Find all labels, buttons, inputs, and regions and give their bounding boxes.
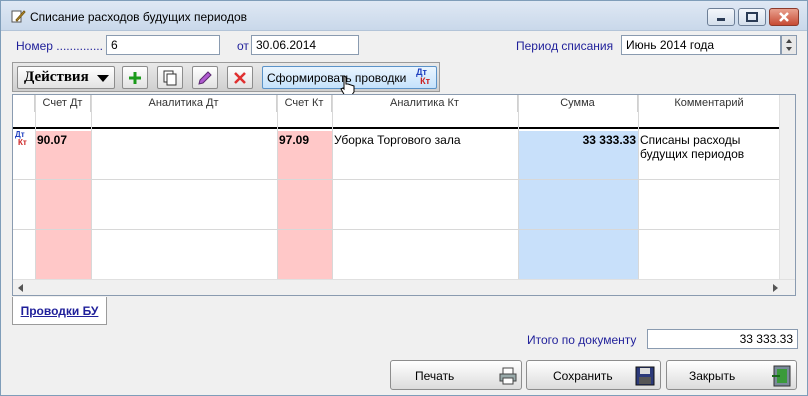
maximize-icon	[746, 12, 758, 22]
maximize-button[interactable]	[738, 8, 766, 26]
grid-toolbar: Действия Сформировать проводки Дт Кт	[12, 62, 440, 97]
totals-field: 33 333.33	[647, 329, 798, 349]
title-bar: Списание расходов будущих периодов	[1, 1, 807, 31]
grid-vertical-scrollbar[interactable]	[779, 95, 795, 281]
add-row-button[interactable]	[122, 66, 148, 89]
period-field[interactable]: Июнь 2014 года	[621, 35, 781, 55]
plus-icon	[129, 71, 141, 84]
credit-account-column-bg	[277, 131, 332, 281]
minimize-button[interactable]	[707, 8, 735, 26]
row-indicator-header	[13, 95, 35, 112]
column-header-debit-analytics[interactable]: Аналитика Дт	[91, 95, 277, 112]
pencil-icon	[198, 70, 212, 85]
period-spinner[interactable]	[781, 35, 797, 55]
document-window: Списание расходов будущих периодов Номер…	[0, 0, 808, 396]
debit-account-column-bg	[35, 131, 91, 281]
row-comment-line1[interactable]: Списаны расходы	[640, 133, 740, 147]
print-button[interactable]: Печать	[390, 360, 522, 390]
generate-postings-label: Сформировать проводки	[267, 70, 407, 85]
scroll-right-icon[interactable]	[771, 284, 779, 292]
column-header-credit-analytics[interactable]: Аналитика Кт	[332, 95, 518, 112]
grid-header: Счет Дт Аналитика Дт Счет Кт Аналитика К…	[13, 95, 781, 129]
close-button[interactable]: Закрыть	[666, 360, 797, 390]
column-header-debit-account[interactable]: Счет Дт	[35, 95, 91, 112]
floppy-disk-icon	[635, 366, 655, 386]
save-button-label: Сохранить	[553, 369, 613, 383]
scroll-left-icon[interactable]	[17, 284, 25, 292]
date-field[interactable]: 30.06.2014	[251, 35, 359, 55]
document-pen-icon	[11, 10, 26, 23]
actions-label: Действия	[24, 69, 89, 85]
print-button-label: Печать	[415, 369, 455, 383]
chevron-down-icon	[97, 75, 109, 82]
date-label: от	[237, 39, 249, 53]
row-amount[interactable]: 33 333.33	[518, 133, 636, 147]
close-icon	[779, 12, 789, 22]
tab-postings-bu[interactable]: Проводки БУ	[12, 297, 107, 325]
actions-menu-button[interactable]: Действия	[17, 66, 115, 89]
column-header-credit-account[interactable]: Счет Кт	[277, 95, 332, 112]
spinner-arrows-icon	[786, 39, 792, 51]
row-credit-analytics[interactable]: Уборка Торгового зала	[334, 133, 461, 147]
row-credit-account[interactable]: 97.09	[279, 133, 309, 147]
copy-icon	[163, 70, 177, 85]
amount-column-bg	[518, 131, 638, 281]
copy-row-button[interactable]	[157, 66, 183, 89]
postings-grid: Счет Дт Аналитика Дт Счет Кт Аналитика К…	[12, 94, 796, 296]
row-debit-account[interactable]: 90.07	[37, 133, 67, 147]
edit-row-button[interactable]	[192, 66, 218, 89]
close-window-button[interactable]	[769, 8, 799, 26]
printer-icon	[499, 367, 517, 385]
totals-label: Итого по документу	[527, 333, 637, 347]
exit-door-icon	[772, 365, 791, 387]
save-button[interactable]: Сохранить	[526, 360, 661, 390]
grid-horizontal-scrollbar[interactable]	[13, 279, 795, 295]
column-header-comment[interactable]: Комментарий	[638, 95, 781, 112]
delete-row-button[interactable]	[227, 66, 253, 89]
window-title: Списание расходов будущих периодов	[30, 10, 248, 24]
number-field[interactable]: 6	[106, 35, 220, 55]
period-label: Период списания	[516, 39, 614, 53]
row-dt-kt-icon: Дт Кт	[15, 130, 27, 147]
column-header-amount[interactable]: Сумма	[518, 95, 638, 112]
minimize-icon	[717, 18, 725, 21]
number-label: Номер ..............	[16, 39, 103, 53]
delete-icon	[234, 71, 246, 84]
tab-postings-bu-label: Проводки БУ	[20, 303, 99, 318]
close-button-label: Закрыть	[689, 369, 736, 383]
dt-kt-icon: Дт Кт	[416, 67, 430, 86]
row-comment-line2[interactable]: будущих периодов	[640, 147, 744, 161]
